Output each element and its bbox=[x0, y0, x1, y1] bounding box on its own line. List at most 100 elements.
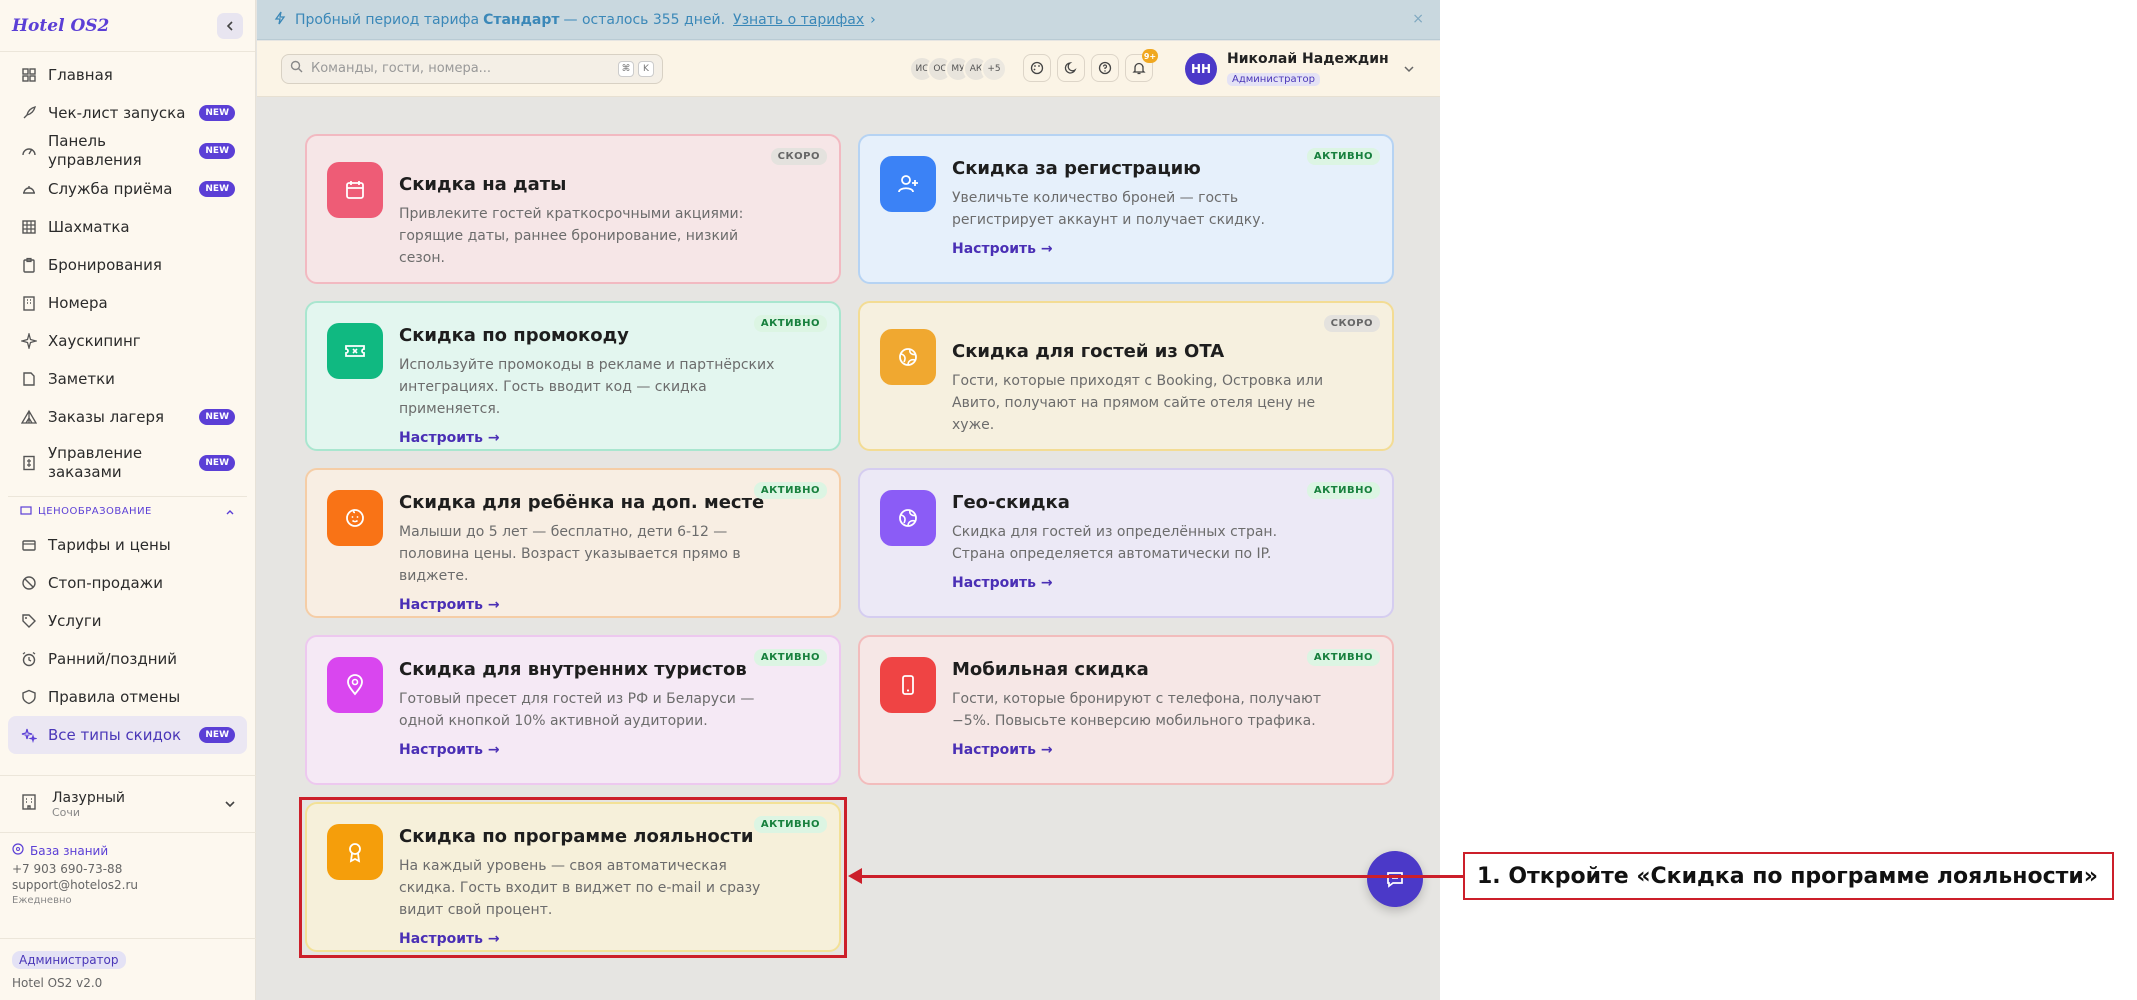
sidebar-item-label: Все типы скидок bbox=[48, 725, 182, 744]
chevron-down-icon bbox=[1404, 65, 1414, 72]
sidebar-item-cancellation-rules[interactable]: Правила отмены bbox=[8, 678, 247, 716]
discount-card-child-extra-bed[interactable]: Скидка для ребёнка на доп. месте Малыши … bbox=[305, 468, 841, 618]
user-role-badge: Администратор bbox=[1227, 73, 1320, 86]
discount-card-ota[interactable]: Скидка для гостей из OTA Гости, которые … bbox=[858, 301, 1394, 451]
pricing-link[interactable]: Узнать о тарифах bbox=[733, 12, 864, 28]
configure-link[interactable]: Настроить → bbox=[399, 430, 500, 446]
sidebar-item-label: Заказы лагеря bbox=[48, 407, 165, 426]
sidebar-item-notes[interactable]: Заметки bbox=[8, 360, 247, 398]
theme-palette-button[interactable] bbox=[1023, 54, 1051, 82]
section-pricing-label: ЦЕНООБРАЗОВАНИЕ bbox=[38, 506, 152, 517]
bell-icon bbox=[1132, 62, 1146, 75]
configure-link[interactable]: Настроить → bbox=[952, 241, 1053, 257]
knowledge-base-link[interactable]: База знаний bbox=[12, 843, 244, 858]
new-badge: NEW bbox=[199, 143, 235, 159]
card-title: Скидка для гостей из OTA bbox=[952, 341, 1225, 362]
chevron-up-icon bbox=[226, 509, 234, 514]
configure-link[interactable]: Настроить → bbox=[399, 742, 500, 758]
status-badge: АКТИВНО bbox=[1306, 482, 1380, 499]
help-button[interactable] bbox=[1091, 54, 1119, 82]
sidebar-item-all-discounts[interactable]: Все типы скидок NEW bbox=[8, 716, 247, 754]
configure-link[interactable]: Настроить → bbox=[952, 575, 1053, 591]
collapse-sidebar-button[interactable] bbox=[217, 12, 243, 39]
calendar-icon bbox=[327, 162, 383, 218]
command-search[interactable]: Команды, гости, номера... ⌘ K bbox=[281, 53, 663, 84]
dark-mode-button[interactable] bbox=[1057, 54, 1085, 82]
sidebar-item-home[interactable]: Главная bbox=[8, 56, 247, 94]
discount-card-registration[interactable]: Скидка за регистрацию Увеличьте количест… bbox=[858, 134, 1394, 284]
status-badge: АКТИВНО bbox=[753, 649, 827, 666]
card-description: Привлеките гостей краткосрочными акциями… bbox=[399, 206, 744, 266]
configure-link[interactable]: Настроить → bbox=[952, 742, 1053, 758]
card-description: Используйте промокоды в рекламе и партнё… bbox=[399, 357, 775, 417]
support-email[interactable]: support@hotelos2.ru bbox=[12, 878, 244, 892]
chat-icon bbox=[1387, 872, 1403, 888]
sidebar-item-rooms[interactable]: Номера bbox=[8, 284, 247, 322]
card-description: Малыши до 5 лет — бесплатно, дети 6-12 —… bbox=[399, 524, 741, 584]
sidebar-item-bookings[interactable]: Бронирования bbox=[8, 246, 247, 284]
status-badge: СКОРО bbox=[770, 148, 827, 165]
sidebar-nav: Главная Чек-лист запуска NEW Панель упра… bbox=[0, 56, 255, 754]
sidebar-item-label: Управление заказами bbox=[48, 444, 143, 481]
card-description: Скидка для гостей из определённых стран.… bbox=[952, 524, 1278, 562]
sidebar-item-dashboard[interactable]: Панель управления NEW bbox=[8, 132, 247, 170]
hotel-selector[interactable]: Лазурный Сочи bbox=[0, 775, 256, 833]
knowledge-base-label: База знаний bbox=[30, 843, 109, 858]
configure-link[interactable]: Настроить → bbox=[399, 597, 500, 613]
discount-card-domestic-tourists[interactable]: Скидка для внутренних туристов Готовый п… bbox=[305, 635, 841, 785]
close-banner-button[interactable]: × bbox=[1412, 11, 1424, 27]
card-title: Мобильная скидка bbox=[952, 659, 1149, 680]
online-users[interactable]: ИС ОС МУ АК +5 bbox=[909, 56, 1007, 82]
sidebar-item-label: Панель управления bbox=[48, 132, 142, 169]
sidebar-item-rates[interactable]: Тарифы и цены bbox=[8, 526, 247, 564]
sidebar-item-label: Тарифы и цены bbox=[48, 535, 171, 554]
search-placeholder: Команды, гости, номера... bbox=[311, 61, 492, 76]
hotel-city: Сочи bbox=[52, 805, 81, 819]
note-icon bbox=[20, 370, 38, 388]
more-users-count: +5 bbox=[981, 56, 1007, 82]
sidebar-item-housekeeping[interactable]: Хаускипинг bbox=[8, 322, 247, 360]
bell-desk-icon bbox=[20, 180, 38, 198]
card-title: Скидка для ребёнка на доп. месте bbox=[399, 492, 765, 513]
support-hours: Ежедневно bbox=[12, 895, 72, 906]
status-badge: АКТИВНО bbox=[753, 315, 827, 332]
new-badge: NEW bbox=[199, 105, 235, 121]
sidebar-item-label: Услуги bbox=[48, 611, 102, 630]
hotel-name: Лазурный bbox=[52, 789, 126, 806]
sidebar-item-chessboard[interactable]: Шахматка bbox=[8, 208, 247, 246]
help-circle-icon bbox=[12, 843, 24, 858]
sidebar-item-launch-checklist[interactable]: Чек-лист запуска NEW bbox=[8, 94, 247, 132]
kbd-k: K bbox=[638, 60, 654, 77]
building-icon bbox=[20, 793, 38, 815]
new-badge: NEW bbox=[199, 727, 235, 743]
sidebar: Hotel OS2 Главная Чек-лист запуска NEW П… bbox=[0, 0, 256, 1000]
sidebar-item-early-late[interactable]: Ранний/поздний bbox=[8, 640, 247, 678]
palette-icon bbox=[1030, 61, 1044, 75]
sidebar-item-label: Номера bbox=[48, 293, 108, 312]
discount-card-mobile[interactable]: Мобильная скидка Гости, которые бронирую… bbox=[858, 635, 1394, 785]
discount-card-geo[interactable]: Гео-скидка Скидка для гостей из определё… bbox=[858, 468, 1394, 618]
sidebar-item-label: Служба приёма bbox=[48, 179, 173, 198]
rocket-icon bbox=[20, 104, 38, 122]
chevron-left-icon bbox=[226, 20, 233, 31]
sidebar-item-label: Ранний/поздний bbox=[48, 649, 178, 668]
notifications-button[interactable]: 9+ bbox=[1125, 49, 1158, 82]
support-info: База знаний +7 903 690-73-88 support@hot… bbox=[12, 843, 244, 906]
sidebar-item-camp-orders[interactable]: Заказы лагеря NEW bbox=[8, 398, 247, 436]
help-icon bbox=[1098, 61, 1112, 75]
support-phone[interactable]: +7 903 690-73-88 bbox=[12, 862, 244, 876]
discount-card-dates[interactable]: Скидка на даты Привлеките гостей краткос… bbox=[305, 134, 841, 284]
sidebar-item-front-desk[interactable]: Служба приёма NEW bbox=[8, 170, 247, 208]
status-badge: АКТИВНО bbox=[753, 482, 827, 499]
discount-card-promocode[interactable]: Скидка по промокоду Используйте промокод… bbox=[305, 301, 841, 451]
sidebar-item-label: Заметки bbox=[48, 369, 115, 388]
user-menu[interactable]: НН Николай Надеждин Администратор bbox=[1185, 51, 1415, 86]
clipboard-icon bbox=[20, 256, 38, 274]
app-logo[interactable]: Hotel OS2 bbox=[12, 16, 109, 36]
sidebar-item-stop-sales[interactable]: Стоп-продажи bbox=[8, 564, 247, 602]
sidebar-item-order-management[interactable]: Управление заказами NEW bbox=[8, 436, 247, 490]
wallet-icon bbox=[20, 504, 32, 519]
support-chat-button[interactable] bbox=[1367, 851, 1423, 907]
sidebar-item-services[interactable]: Услуги bbox=[8, 602, 247, 640]
section-pricing[interactable]: ЦЕНООБРАЗОВАНИЕ bbox=[8, 496, 247, 526]
